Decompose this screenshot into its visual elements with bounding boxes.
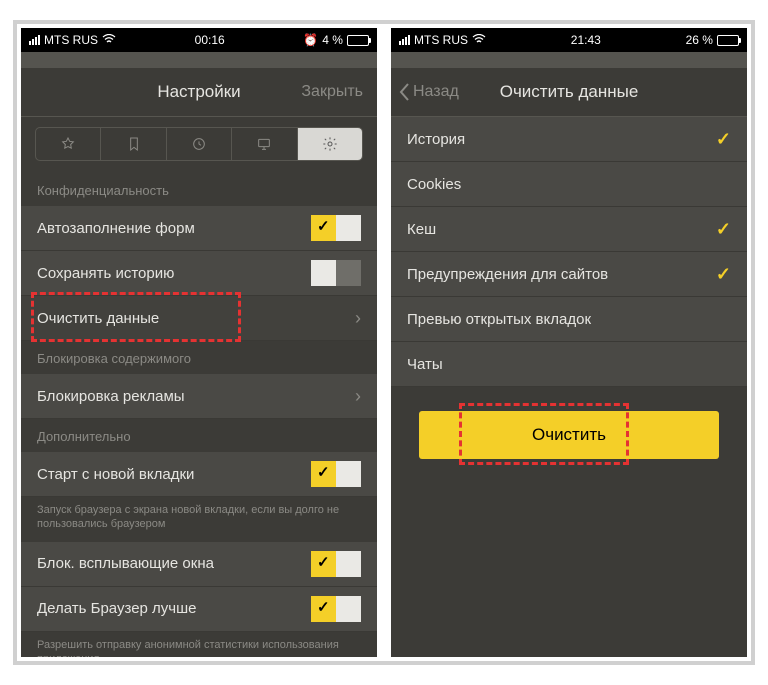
row-label: История xyxy=(407,131,465,148)
status-bar: MTS RUS 21:43 26 % xyxy=(391,28,747,52)
row-clear-data[interactable]: Очистить данные › xyxy=(21,296,377,341)
toggle-start-new-tab[interactable] xyxy=(311,461,361,487)
battery-text: 4 % xyxy=(322,33,343,47)
clear-button-label: Очистить xyxy=(532,425,606,445)
tab-settings[interactable] xyxy=(298,128,362,160)
row-history[interactable]: История ✓ xyxy=(391,117,747,162)
row-hint-start-new: Запуск браузера с экрана новой вкладки, … xyxy=(21,497,377,542)
row-adblock[interactable]: Блокировка рекламы › xyxy=(21,374,377,419)
row-label: Чаты xyxy=(407,356,443,373)
back-label: Назад xyxy=(413,83,459,101)
toggle-block-popups[interactable] xyxy=(311,551,361,577)
check-icon: ✓ xyxy=(716,264,731,285)
row-label: Блок. всплывающие окна xyxy=(37,555,214,572)
browser-peek xyxy=(21,52,377,68)
battery-icon xyxy=(717,35,739,46)
row-label: Очистить данные xyxy=(37,310,159,327)
toggle-improve-browser[interactable] xyxy=(311,596,361,622)
nav-title: Очистить данные xyxy=(500,82,639,102)
section-header-privacy: Конфиденциальность xyxy=(21,173,377,206)
status-bar: MTS RUS 00:16 ⏰ 4 % xyxy=(21,28,377,52)
wifi-icon xyxy=(102,34,116,47)
row-label: Сохранять историю xyxy=(37,265,174,282)
status-time: 21:43 xyxy=(571,33,601,47)
status-time: 00:16 xyxy=(195,33,225,47)
back-button[interactable]: Назад xyxy=(399,83,459,101)
row-improve-browser[interactable]: Делать Браузер лучше xyxy=(21,587,377,632)
check-icon: ✓ xyxy=(716,129,731,150)
carrier-label: MTS RUS xyxy=(44,33,98,47)
section-header-additional: Дополнительно xyxy=(21,419,377,452)
row-label: Кеш xyxy=(407,221,436,238)
alarm-icon: ⏰ xyxy=(303,33,318,47)
battery-text: 26 % xyxy=(686,33,713,47)
signal-icon xyxy=(399,35,410,45)
battery-icon xyxy=(347,35,369,46)
chevron-right-icon: › xyxy=(355,308,361,329)
carrier-label: MTS RUS xyxy=(414,33,468,47)
row-autofill[interactable]: Автозаполнение форм xyxy=(21,206,377,251)
row-save-history[interactable]: Сохранять историю xyxy=(21,251,377,296)
phone-left-settings: MTS RUS 00:16 ⏰ 4 % Настройки Закрыть xyxy=(21,28,377,657)
check-icon: ✓ xyxy=(716,219,731,240)
row-cookies[interactable]: Cookies xyxy=(391,162,747,207)
wifi-icon xyxy=(472,34,486,47)
row-cache[interactable]: Кеш ✓ xyxy=(391,207,747,252)
phone-right-clear-data: MTS RUS 21:43 26 % Назад Очистить данные… xyxy=(391,28,747,657)
tab-bookmarks[interactable] xyxy=(101,128,166,160)
close-button[interactable]: Закрыть xyxy=(301,83,363,101)
section-header-contentblock: Блокировка содержимого xyxy=(21,341,377,374)
row-label: Cookies xyxy=(407,176,461,193)
segmented-tabs xyxy=(35,127,363,161)
toggle-autofill[interactable] xyxy=(311,215,361,241)
tab-favorites[interactable] xyxy=(36,128,101,160)
chevron-right-icon: › xyxy=(355,386,361,407)
row-start-new-tab[interactable]: Старт с новой вкладки xyxy=(21,452,377,497)
signal-icon xyxy=(29,35,40,45)
row-hint-improve: Разрешить отправку анонимной статистики … xyxy=(21,632,377,657)
clear-button[interactable]: Очистить xyxy=(419,411,719,459)
row-label: Старт с новой вкладки xyxy=(37,466,194,483)
row-label: Автозаполнение форм xyxy=(37,220,195,237)
nav-title: Настройки xyxy=(157,82,240,102)
tab-desktop[interactable] xyxy=(232,128,297,160)
row-label: Предупреждения для сайтов xyxy=(407,266,608,283)
browser-peek xyxy=(391,52,747,68)
nav-header: Назад Очистить данные xyxy=(391,68,747,117)
nav-header: Настройки Закрыть xyxy=(21,68,377,117)
tab-history[interactable] xyxy=(167,128,232,160)
toggle-save-history[interactable] xyxy=(311,260,361,286)
row-chats[interactable]: Чаты xyxy=(391,342,747,387)
row-block-popups[interactable]: Блок. всплывающие окна xyxy=(21,542,377,587)
row-tab-previews[interactable]: Превью открытых вкладок xyxy=(391,297,747,342)
row-label: Блокировка рекламы xyxy=(37,388,185,405)
row-label: Превью открытых вкладок xyxy=(407,311,591,328)
row-site-warnings[interactable]: Предупреждения для сайтов ✓ xyxy=(391,252,747,297)
row-label: Делать Браузер лучше xyxy=(37,600,197,617)
